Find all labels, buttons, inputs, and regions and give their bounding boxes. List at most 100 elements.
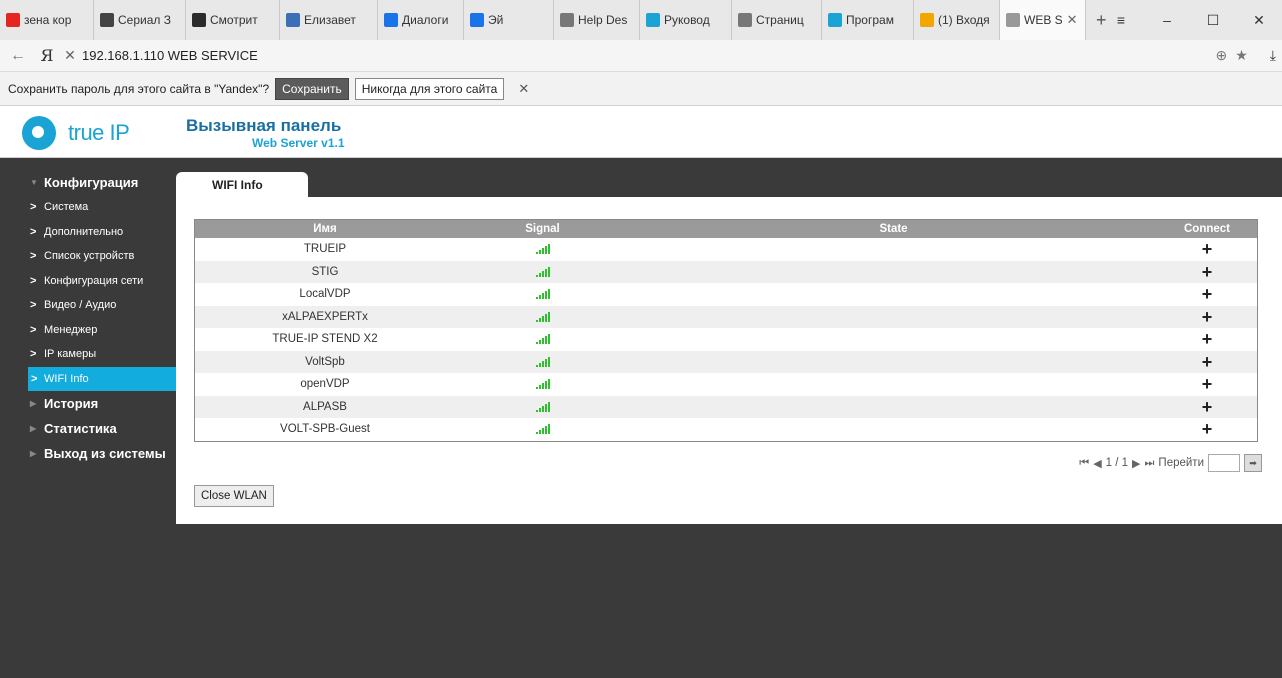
browser-tab[interactable]: (1) Входя: [914, 0, 1000, 40]
signal-strength-icon: [535, 334, 550, 345]
next-page-icon[interactable]: ▶: [1132, 457, 1140, 470]
close-wlan-button[interactable]: Close WLAN: [194, 485, 274, 507]
nav-section-config[interactable]: ▼ Конфигурация: [8, 170, 176, 195]
chevron-right-icon: >: [30, 201, 37, 213]
browser-tab[interactable]: Елизавет: [280, 0, 378, 40]
signal-strength-icon: [535, 424, 550, 435]
browser-tab[interactable]: WEB S ✕: [1000, 0, 1086, 40]
goto-button[interactable]: ➡: [1244, 454, 1262, 472]
connect-plus-icon[interactable]: +: [1202, 419, 1213, 439]
maximize-button[interactable]: ☐: [1190, 12, 1236, 29]
address-bar: ← Я ✕ 192.168.1.110 WEB SERVICE ⊕ ★ ⤓: [0, 40, 1282, 72]
goto-page-input[interactable]: [1208, 454, 1240, 472]
browser-tab[interactable]: Диалоги: [378, 0, 464, 40]
browser-tab-label: Програм: [846, 13, 894, 27]
collapsed-triangle-icon: ▶: [30, 399, 37, 408]
connect-plus-icon[interactable]: +: [1202, 374, 1213, 394]
browser-tab-label: зена кор: [24, 13, 72, 27]
prev-page-icon[interactable]: ◀: [1093, 457, 1101, 470]
browser-tab[interactable]: зена кор: [0, 0, 94, 40]
play-icon: [192, 13, 206, 27]
sidebar-item-label: IP камеры: [44, 348, 97, 360]
tab-wifi-info[interactable]: WIFI Info: [176, 172, 308, 198]
sidebar-item[interactable]: > IP камеры: [8, 342, 176, 367]
network-name: STIG: [195, 260, 455, 283]
connect-cell: +: [1157, 238, 1257, 261]
collapsed-triangle-icon: ▶: [30, 424, 37, 433]
url-field[interactable]: 192.168.1.110 WEB SERVICE: [82, 48, 1216, 63]
yandex-logo-icon[interactable]: Я: [36, 46, 58, 65]
state-cell: [630, 260, 1157, 283]
sidebar-item[interactable]: > Список устройств: [8, 244, 176, 269]
network-name: openVDP: [300, 378, 350, 391]
bookmark-star-icon[interactable]: ★: [1235, 47, 1248, 64]
connect-plus-icon[interactable]: +: [1202, 284, 1213, 304]
address-actions: ⊕ ★ ⤓: [1216, 47, 1282, 64]
sidebar-item[interactable]: > WIFI Info: [28, 366, 196, 391]
chevron-right-icon: >: [30, 274, 37, 287]
menu-icon[interactable]: ≡: [1098, 12, 1144, 28]
masked-avatar-icon: [100, 13, 114, 27]
page-icon: [1006, 13, 1020, 27]
close-prompt-icon[interactable]: ✕: [518, 81, 529, 97]
sidebar-item[interactable]: > Менеджер: [8, 318, 176, 343]
close-tab-icon[interactable]: ✕: [1067, 12, 1078, 28]
browser-tab[interactable]: Help Des: [554, 0, 640, 40]
first-page-icon[interactable]: ⏮: [1079, 457, 1089, 470]
browser-tab[interactable]: Смотрит: [186, 0, 280, 40]
nav-section-label: Выход из системы: [44, 446, 166, 461]
stop-loading-icon[interactable]: ✕: [58, 47, 82, 64]
connect-cell: +: [1157, 305, 1257, 328]
browser-tab-strip: зена кор Сериал З Смотрит Елизавет Диалоги Эй…: [0, 0, 1282, 40]
browser-tab[interactable]: Сериал З: [94, 0, 186, 40]
browser-tab[interactable]: Эй: [464, 0, 554, 40]
last-page-icon[interactable]: ⏭: [1145, 457, 1155, 470]
signal-strength-icon: [535, 311, 550, 322]
yandex-icon: [6, 13, 20, 27]
signal-cell: [455, 283, 630, 306]
save-password-button[interactable]: Сохранить: [275, 77, 349, 100]
table-row: VOLT-SPB-Guest +: [195, 418, 1257, 441]
nav-section[interactable]: ▶ Выход из системы: [8, 441, 176, 466]
sidebar-item[interactable]: > Конфигурация сети: [8, 269, 176, 294]
chevron-right-icon: >: [31, 372, 38, 385]
minimize-button[interactable]: –: [1144, 12, 1190, 28]
sidebar-item[interactable]: > Дополнительно: [8, 220, 176, 245]
connect-plus-icon[interactable]: +: [1202, 239, 1213, 259]
download-icon[interactable]: ⤓: [1270, 47, 1276, 64]
browser-tab[interactable]: Руковод: [640, 0, 732, 40]
content-panel: Имя Signal State Connect TRUEIP + STIG + Loc…: [176, 197, 1282, 524]
browser-tab[interactable]: Програм: [822, 0, 914, 40]
nav-section[interactable]: ▶ История: [8, 391, 176, 416]
state-cell: [630, 350, 1157, 373]
sidebar-item[interactable]: > Видео / Аудио: [8, 293, 176, 318]
browser-tab-label: Диалоги: [402, 13, 449, 27]
logo-text: true IP: [68, 120, 130, 145]
state-cell: [630, 395, 1157, 418]
sidebar-item[interactable]: > Система: [8, 195, 176, 220]
connect-plus-icon[interactable]: +: [1202, 307, 1213, 327]
nav-section-label: Статистика: [44, 421, 117, 436]
signal-strength-icon: [535, 379, 550, 390]
page-subtitle: Web Server v1.1: [252, 136, 345, 150]
never-save-button[interactable]: Никогда для этого сайта: [354, 77, 505, 100]
connect-plus-icon[interactable]: +: [1202, 397, 1213, 417]
connect-plus-icon[interactable]: +: [1202, 262, 1213, 282]
nav-section[interactable]: ▶ Статистика: [8, 416, 176, 441]
connect-plus-icon[interactable]: +: [1202, 352, 1213, 372]
state-cell: [630, 373, 1157, 396]
translate-icon[interactable]: ⊕: [1216, 47, 1228, 64]
signal-cell: [455, 238, 630, 261]
table-row: VoltSpb +: [195, 350, 1257, 373]
sidebar-item-label: Конфигурация сети: [44, 274, 144, 287]
connect-cell: +: [1157, 418, 1257, 441]
signal-strength-icon: [535, 289, 550, 300]
wifi-table: Имя Signal State Connect TRUEIP + STIG + Loc…: [194, 219, 1258, 442]
signal-cell: [455, 373, 630, 396]
signal-cell: [455, 395, 630, 418]
back-arrow-icon[interactable]: ←: [0, 47, 36, 65]
browser-tab-label: Эй: [488, 13, 504, 27]
close-window-button[interactable]: ✕: [1236, 12, 1282, 29]
browser-tab[interactable]: Страниц: [732, 0, 822, 40]
connect-plus-icon[interactable]: +: [1202, 329, 1213, 349]
